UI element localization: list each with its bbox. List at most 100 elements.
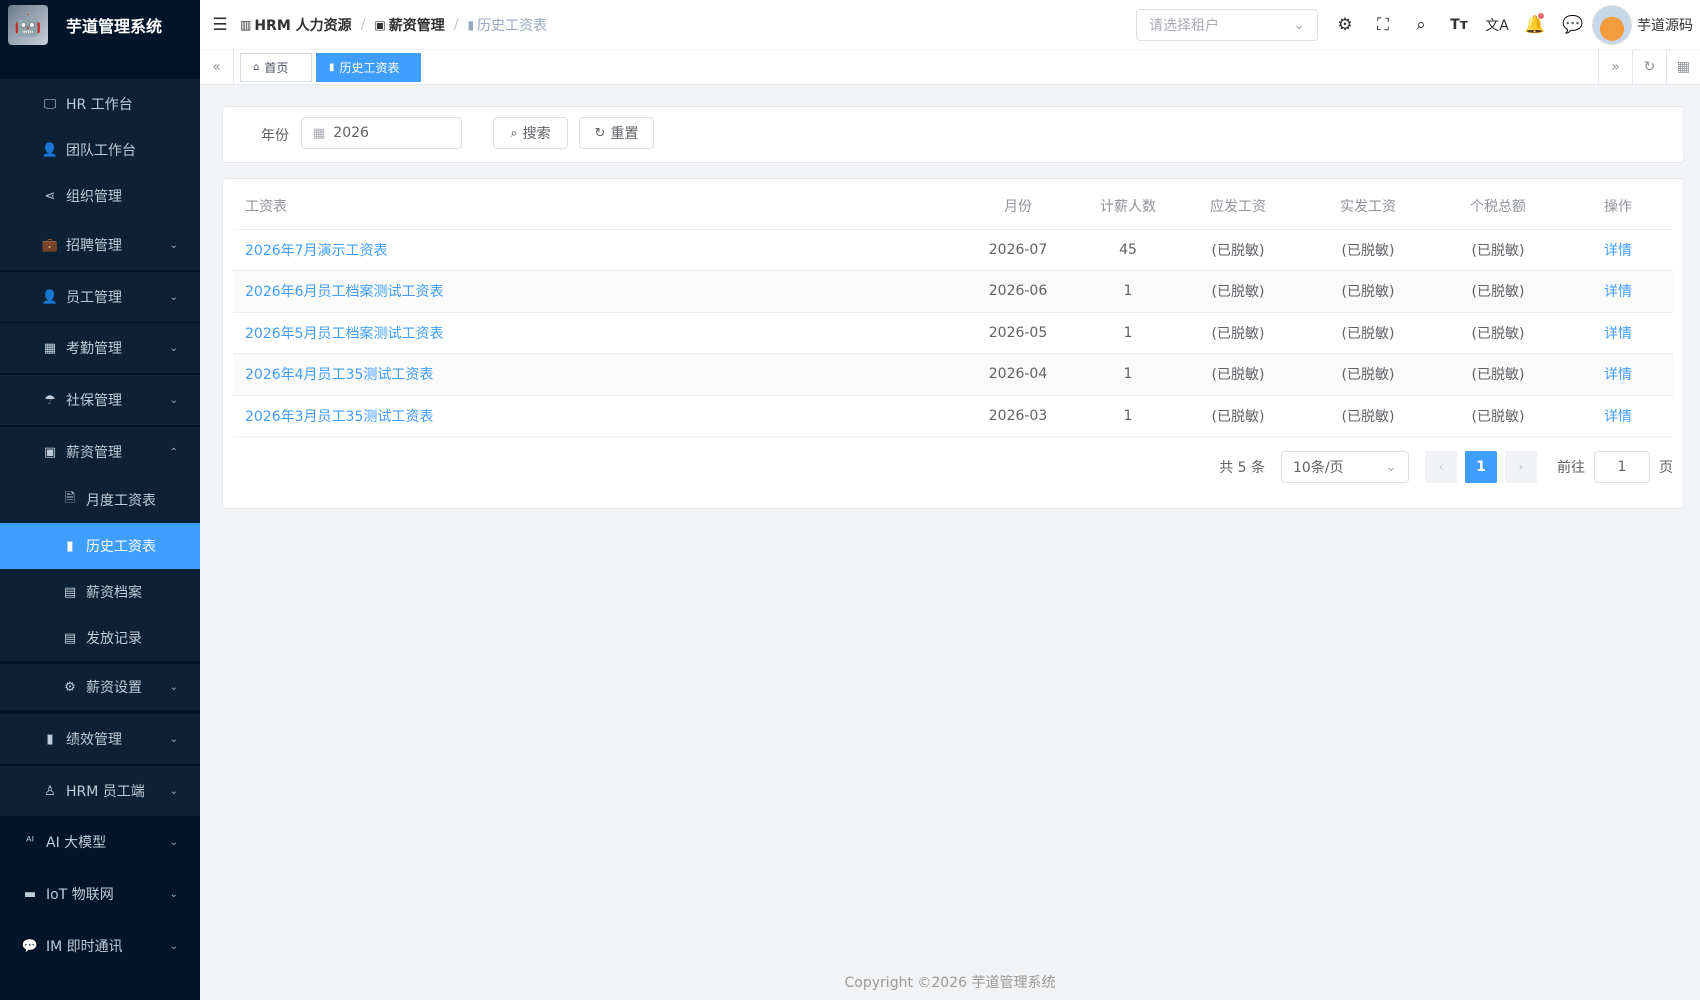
translate-icon[interactable]: 文A [1478,15,1516,35]
sidebar-item-social-security[interactable]: ☂ 社保管理 ⌄ [0,375,200,425]
sidebar-item-hrm-employee[interactable]: ♙ HRM 员工端 ⌄ [0,766,200,816]
sidebar-item-label: HR 工作台 [66,97,133,113]
refresh-icon[interactable]: ↻ [1632,50,1666,84]
chevron-down-icon: ⌄ [169,394,178,406]
pagination-total: 共 5 条 [1219,460,1265,476]
name-cell[interactable]: 2026年3月员工35测试工资表 [233,395,953,437]
tax-cell: (已脱敏) [1433,395,1563,437]
sidebar-item-label: 团队工作台 [66,143,136,159]
search-button[interactable]: ⌕ 搜索 [493,117,568,149]
sidebar-item-history-payroll[interactable]: ▮ 历史工资表 [0,523,200,569]
list-icon: ▤ [63,630,77,646]
col-header-action: 操作 [1563,179,1673,230]
double-chevron-right-icon[interactable]: » [1598,50,1632,84]
chevron-down-icon: ⌄ [169,836,178,848]
sidebar-item-salary-settings[interactable]: ⚙ 薪资设置 ⌄ [0,664,200,710]
name-cell[interactable]: 2026年5月员工档案测试工资表 [233,312,953,354]
chat-icon: 💬 [21,938,39,954]
detail-link[interactable]: 详情 [1563,270,1673,313]
home-icon: ⌂ [253,62,260,73]
footer-copyright: Copyright ©2026 芋道管理系统 [844,975,1056,991]
fullscreen-icon[interactable]: ⛶ [1364,15,1402,35]
page-number-1[interactable]: 1 [1465,451,1497,483]
gear-icon[interactable]: ⚙ [1326,15,1364,35]
message-icon[interactable]: 💬 [1554,15,1592,35]
sidebar-item-organization[interactable]: ⋖ 组织管理 [0,171,200,221]
user-menu[interactable]: 芋道源码 [1592,5,1693,45]
tag-history-salary[interactable]: ▮ 历史工资表 [316,53,421,82]
tag-home[interactable]: ⌂ 首页 [240,53,312,82]
breadcrumb-item-history: ▮ 历史工资表 [467,15,547,35]
reset-button[interactable]: ↻ 重置 [579,117,654,149]
sidebar-item-iot[interactable]: ▬ IoT 物联网 ⌄ [0,868,200,920]
sidebar-item-recruitment[interactable]: 💼 招聘管理 ⌄ [0,220,200,270]
wallet-icon: ▣ [374,17,386,32]
breadcrumb-item-salary[interactable]: ▣ 薪资管理 [374,15,444,35]
sidebar-item-label: 社保管理 [66,393,122,409]
table-body: 2026年7月演示工资表 2026-07 45 (已脱敏) (已脱敏) (已脱敏) 详情 20… [233,229,1673,437]
sidebar-item-payment-record[interactable]: ▤ 发放记录 [0,615,200,661]
sidebar-item-monthly-payroll[interactable]: 🗎 月度工资表 [0,477,200,523]
salary-table-card: 工资表 月份 计薪人数 应发工资 实发工资 个税总额 操作 2026年7月演示工… [222,178,1684,509]
chevron-up-icon: ⌃ [169,446,178,458]
hamburger-icon[interactable]: ☰ [200,15,240,35]
logo[interactable]: 🤖 芋道管理系统 [0,0,200,50]
archive-icon: ▤ [63,584,77,600]
tax-cell: (已脱敏) [1433,353,1563,396]
col-header-count: 计薪人数 [1083,179,1173,230]
double-chevron-left-icon[interactable]: « [200,50,234,84]
name-cell[interactable]: 2026年6月员工档案测试工资表 [233,270,953,313]
month-cell: 2026-04 [953,353,1083,396]
chevron-down-icon: ⌄ [169,239,178,251]
sidebar-item-label: 组织管理 [66,189,122,205]
detail-link[interactable]: 详情 [1563,229,1673,271]
breadcrumb-label: 薪资管理 [388,17,445,34]
tenant-select[interactable]: 请选择租户 ⌄ [1136,9,1318,41]
router-icon: ▬ [23,886,37,902]
sidebar-item-ai-model[interactable]: ᴬᴵ AI 大模型 ⌄ [0,816,200,868]
detail-link[interactable]: 详情 [1563,353,1673,396]
tax-cell: (已脱敏) [1433,229,1563,271]
font-size-icon[interactable]: Tт [1440,17,1478,33]
col-header-net: 实发工资 [1303,179,1433,230]
sidebar-item-salary[interactable]: ▣ 薪资管理 ⌃ [0,427,200,477]
notification-dot [1538,13,1544,19]
sidebar-item-performance[interactable]: ▮ 绩效管理 ⌄ [0,714,200,764]
breadcrumb-item-hrm[interactable]: ▥ HRM 人力资源 [240,15,352,35]
page-suffix: 页 [1659,460,1673,476]
name-cell[interactable]: 2026年7月演示工资表 [233,229,953,271]
detail-link[interactable]: 详情 [1563,395,1673,437]
table-row: 2026年7月演示工资表 2026-07 45 (已脱敏) (已脱敏) (已脱敏) 详情 [233,229,1673,271]
pagination: 共 5 条 10条/页 ⌄ ‹ 1 › 前往 1 页 [1219,451,1673,483]
sidebar-item-team-workbench[interactable]: 👤 团队工作台 [0,125,200,175]
app-title: 芋道管理系统 [66,17,163,36]
sidebar-item-label: 员工管理 [66,290,122,306]
bell-icon[interactable]: 🔔 [1516,13,1554,35]
detail-link[interactable]: 详情 [1563,312,1673,354]
grid-menu-icon[interactable]: ▦ [1666,50,1700,84]
chevron-down-icon: ⌄ [169,733,178,745]
year-picker[interactable]: ▦ 2026 [301,117,462,149]
sidebar-item-label: AI 大模型 [46,835,107,851]
chevron-down-icon: ⌄ [1385,459,1397,475]
sidebar-item-salary-archive[interactable]: ▤ 薪资档案 [0,569,200,615]
search-icon[interactable]: ⌕ [1402,15,1440,35]
sidebar-item-attendance[interactable]: ▦ 考勤管理 ⌄ [0,323,200,373]
month-cell: 2026-06 [953,270,1083,313]
sidebar-item-employee[interactable]: 👤 员工管理 ⌄ [0,272,200,322]
sidebar-item-hr-workbench[interactable]: 🖵 HR 工作台 [0,79,200,129]
next-page-button[interactable]: › [1505,451,1537,483]
net-cell: (已脱敏) [1303,353,1433,396]
count-cell: 45 [1083,229,1173,271]
sidebar-item-label: IM 即时通讯 [46,939,123,955]
name-cell[interactable]: 2026年4月员工35测试工资表 [233,353,953,396]
sidebar-item-im[interactable]: 💬 IM 即时通讯 ⌄ [0,920,200,972]
sidebar-item-label: 考勤管理 [66,341,122,357]
page-size-select[interactable]: 10条/页 ⌄ [1281,451,1409,483]
bar-chart-icon: ▮ [329,62,335,73]
person-icon: 👤 [41,289,59,305]
goto-page-input[interactable]: 1 [1594,451,1650,483]
briefcase-icon: 💼 [41,237,59,253]
prev-page-button[interactable]: ‹ [1425,451,1457,483]
calendar-icon: ▦ [43,340,57,356]
